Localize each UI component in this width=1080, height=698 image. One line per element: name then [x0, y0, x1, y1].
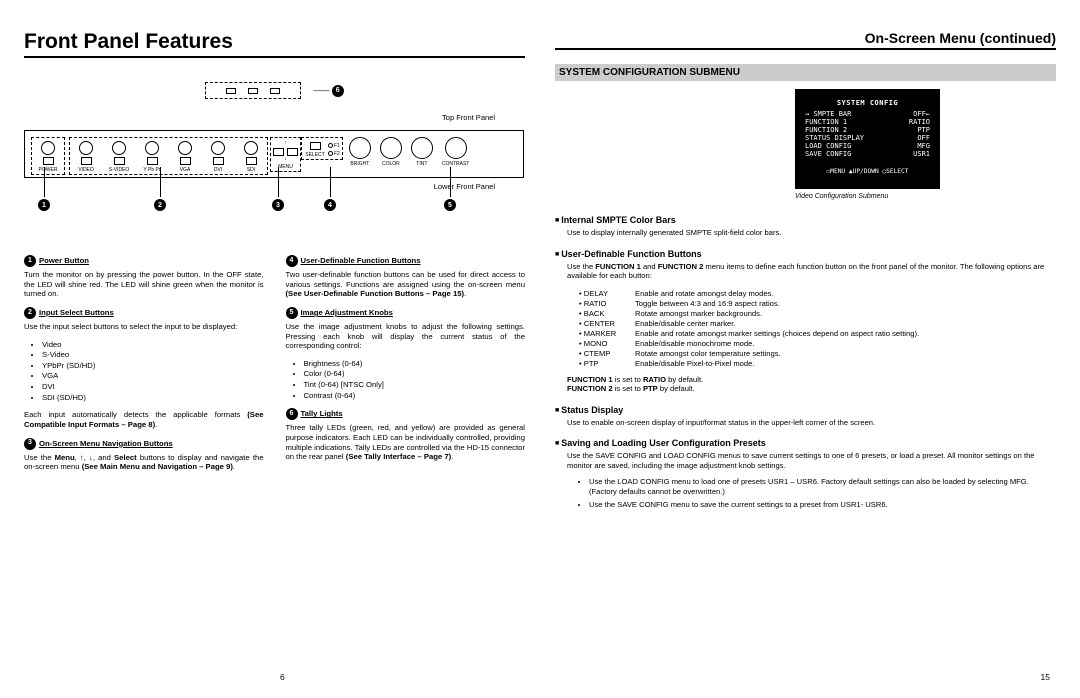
callout-6-badge: 6 [332, 85, 344, 97]
osd-caption: Video Configuration Submenu [795, 193, 1056, 200]
top-front-panel-diagram: —— 6 [40, 82, 510, 99]
page-left: Front Panel Features —— 6 Top Front Pane… [24, 30, 525, 678]
page-title-right: On-Screen Menu (continued) [555, 30, 1056, 50]
heading-status-display: Status Display [555, 405, 1056, 415]
top-panel-caption: Top Front Panel [24, 113, 525, 122]
section-heading: SYSTEM CONFIGURATION SUBMENU [555, 64, 1056, 81]
save-load-bullets: Use the LOAD CONFIG menu to load one of … [579, 477, 1056, 513]
heading-func-buttons: User-Definable Function Buttons [555, 249, 1056, 259]
callout-numbers-row: 1 2 3 4 5 [24, 195, 524, 219]
page-number-right: 15 [1041, 672, 1050, 682]
function-options-list: DELAYEnable and rotate amongst delay mod… [579, 289, 1056, 369]
heading-smpte: Internal SMPTE Color Bars [555, 215, 1056, 225]
input-list: Video S-Video YPbPr (SD/HD) VGA DVI SDI … [42, 340, 264, 403]
page-right: On-Screen Menu (continued) SYSTEM CONFIG… [555, 30, 1056, 678]
page-number-left: 6 [280, 672, 285, 682]
lower-front-panel-diagram: POWER VIDEO S-VIDEO Y Pb Pr VGA DVI SDI … [24, 130, 524, 178]
feature-descriptions: 1Power Button Turn the monitor on by pre… [24, 255, 525, 480]
page-title-left: Front Panel Features [24, 30, 525, 58]
osd-preview: SYSTEM CONFIG → SMPTE BAROFF← FUNCTION 1… [795, 89, 940, 189]
heading-save-load: Saving and Loading User Configuration Pr… [555, 438, 1056, 448]
